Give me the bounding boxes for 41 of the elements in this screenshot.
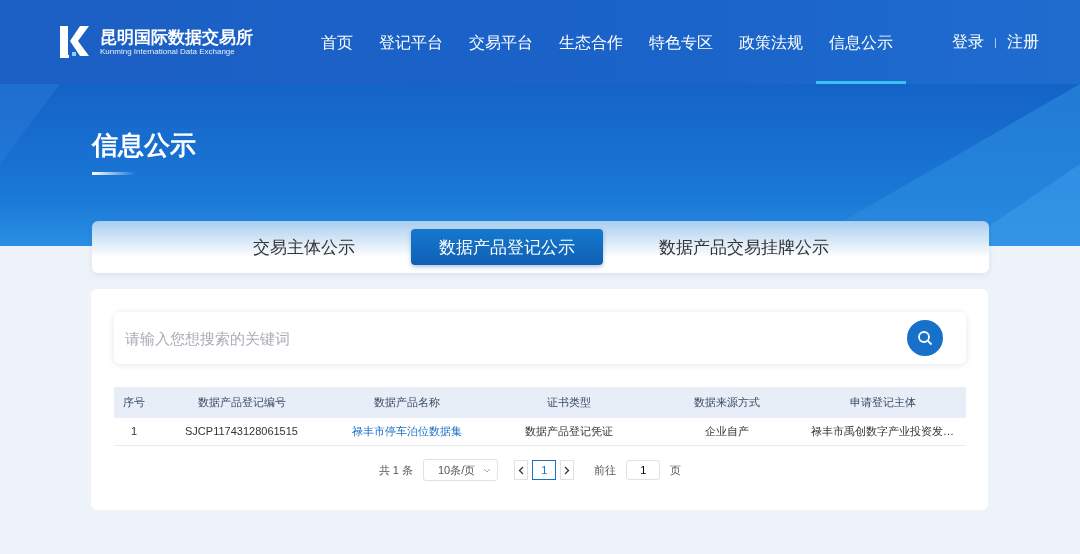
chevron-left-icon (518, 465, 525, 475)
column-header: 证书类型 (484, 387, 654, 418)
nav-link[interactable]: 首页 (308, 0, 366, 84)
logo-subtitle: Kunming International Data Exchange (100, 47, 236, 57)
search-field[interactable]: 请输入您想搜索的关键词 (123, 328, 907, 348)
table-cell: 1 (114, 418, 154, 446)
nav-link[interactable]: 政策法规 (726, 0, 816, 84)
table-cell: SJCP11743128061515 (154, 418, 329, 446)
tab[interactable]: 交易主体公示 (224, 229, 383, 265)
total-count: 共 1 条 (378, 462, 413, 478)
separator: | (994, 36, 997, 48)
chevron-right-icon (564, 465, 571, 475)
product-link[interactable]: 禄丰市停车泊位数据集 (329, 418, 484, 446)
column-header: 数据来源方式 (654, 387, 799, 418)
goto-page-field[interactable]: 1 (626, 460, 661, 480)
caret-icon (483, 467, 492, 473)
logo-name: 昆明国际数据交易所 (100, 27, 253, 47)
page-size-select[interactable]: 10条/页 (422, 459, 499, 481)
nav-link[interactable]: 生态合作 (546, 0, 636, 84)
tab[interactable]: 数据产品交易挂牌公示 (630, 229, 857, 265)
tab[interactable]: 数据产品登记公示 (410, 229, 603, 265)
nav-link[interactable]: 特色专区 (636, 0, 726, 84)
nav-link[interactable]: 交易平台 (456, 0, 546, 84)
page-suffix: 页 (670, 462, 682, 478)
page-number[interactable]: 1 (532, 460, 557, 480)
previous-page-button[interactable] (514, 460, 529, 480)
nav-link[interactable]: 登记平台 (366, 0, 456, 84)
register-link[interactable]: 注册 (1006, 32, 1039, 52)
next-page-button[interactable] (560, 460, 575, 480)
goto-label: 前往 (594, 462, 617, 478)
table-cell: 禄丰市禹创数字产业投资发… (799, 418, 966, 446)
column-header: 申请登记主体 (799, 387, 966, 418)
column-header: 数据产品名称 (329, 387, 484, 418)
login-link[interactable]: 登录 (952, 32, 984, 52)
search-icon (917, 330, 933, 346)
table-cell: 企业自产 (654, 418, 799, 446)
page-title: 信息公示 (90, 129, 196, 162)
column-header: 数据产品登记编号 (154, 387, 329, 418)
search-button[interactable] (907, 320, 943, 356)
table-cell: 数据产品登记凭证 (484, 418, 654, 446)
column-header: 序号 (114, 387, 154, 418)
